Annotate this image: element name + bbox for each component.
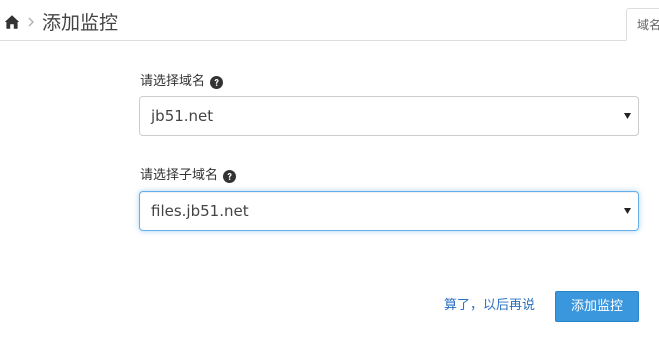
- skip-link[interactable]: 算了，以后再说: [444, 297, 535, 315]
- tab-domain-label: 域名: [637, 18, 659, 32]
- subdomain-label-text: 请选择子域名: [140, 168, 219, 183]
- subdomain-field-label: 请选择子域名: [140, 168, 237, 184]
- page-header: 添加监控: [0, 0, 626, 41]
- domain-help-icon[interactable]: [210, 75, 224, 89]
- caret-down-icon: [624, 113, 631, 119]
- subdomain-select[interactable]: files.jb51.net: [139, 191, 639, 231]
- domain-label-text: 请选择域名: [140, 74, 206, 89]
- add-monitor-button[interactable]: 添加监控: [555, 291, 639, 322]
- chevron-right-icon: [26, 14, 36, 30]
- domain-select[interactable]: jb51.net: [139, 96, 639, 136]
- caret-down-icon: [624, 208, 631, 214]
- domain-select-value: jb51.net: [151, 107, 214, 125]
- home-icon[interactable]: [4, 14, 20, 30]
- page-title: 添加监控: [42, 12, 119, 34]
- subdomain-select-value: files.jb51.net: [151, 202, 249, 220]
- subdomain-help-icon[interactable]: [223, 169, 237, 183]
- domain-field-label: 请选择域名: [140, 74, 224, 90]
- tab-domain[interactable]: 域名: [626, 8, 659, 41]
